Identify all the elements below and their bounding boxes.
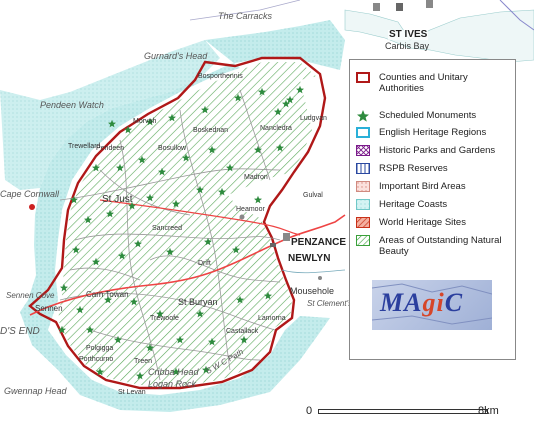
label-gurnards-head: Gurnard's Head (144, 51, 208, 61)
scale-bar: 0 8km (306, 403, 524, 421)
magic-ma: MA (380, 288, 423, 317)
label-cribba-head: Cribba Head (148, 367, 199, 377)
magic-gi: gi (422, 288, 445, 317)
legend-label: Areas of Outstanding Natural Beauty (379, 235, 502, 257)
label-pendeen-watch: Pendeen Watch (40, 100, 104, 110)
label-logan-rock: Logan Rock (148, 379, 197, 389)
magic-logo[interactable]: MAgiC (372, 280, 492, 330)
legend-item-parks[interactable]: Historic Parks and Gardens (356, 145, 505, 156)
label-madron: Madron (244, 174, 268, 181)
counties-swatch (356, 72, 370, 83)
legend-label: Scheduled Monuments (379, 110, 477, 121)
label-gwennap-head: Gwennap Head (4, 386, 67, 396)
legend-label: World Heritage Sites (379, 217, 466, 228)
label-trewellard: Trewellard (68, 143, 101, 150)
heritage-coasts-swatch (356, 199, 370, 210)
rspb-swatch (356, 163, 370, 174)
map-legend: Counties and Unitary Authorities Schedul… (349, 59, 516, 360)
label-drift: Drift (198, 260, 211, 267)
label-lamorna: Lamorna (258, 315, 286, 322)
iba-swatch (356, 181, 370, 192)
label-st-buryan: St Buryan (178, 297, 218, 307)
legend-label: Historic Parks and Gardens (379, 145, 496, 156)
label-porthcurno: Porthcurno (79, 356, 114, 363)
aonb-swatch (356, 235, 370, 246)
legend-item-eh-regions[interactable]: English Heritage Regions (356, 127, 505, 138)
magic-c: C (444, 288, 464, 317)
legend-label: RSPB Reserves (379, 163, 448, 174)
label-st-ives: ST IVES (388, 29, 429, 40)
label-treen: Treen (134, 358, 153, 365)
label-penzance: PENZANCE (290, 237, 348, 248)
label-carbis-bay: Carbis Bay (385, 41, 430, 51)
label-lands-end: D'S END (0, 326, 40, 337)
legend-item-rspb[interactable]: RSPB Reserves (356, 163, 505, 174)
label-polgigga: Polgigga (86, 345, 114, 352)
legend-label: English Heritage Regions (379, 127, 487, 138)
magic-wordmark: MAgiC (380, 288, 463, 318)
label-gulval: Gulval (303, 192, 323, 199)
legend-item-whs[interactable]: World Heritage Sites (356, 217, 505, 228)
label-ludgvan: Ludgvan (300, 115, 327, 122)
legend-item-monuments[interactable]: Scheduled Monuments (356, 109, 505, 122)
label-bosporthennis: Bosporthennis (198, 73, 243, 80)
legend-item-counties[interactable]: Counties and Unitary Authorities (356, 72, 505, 94)
label-sennen-cove: Sennen Cove (6, 291, 55, 300)
label-st-levan: St Levan (118, 389, 146, 396)
legend-label: Important Bird Areas (379, 181, 466, 192)
legend-item-heritage-coasts[interactable]: Heritage Coasts (356, 199, 505, 210)
label-cape-cornwall: Cape Cornwall (0, 189, 60, 199)
legend-item-aonb[interactable]: Areas of Outstanding Natural Beauty (356, 235, 505, 257)
map-stage[interactable]: The Carracks ST IVES Carbis Bay Gurnard'… (0, 0, 534, 423)
scale-line (318, 409, 488, 414)
parks-swatch (356, 145, 370, 156)
label-mousehole: Mousehole (290, 286, 335, 296)
legend-label: Counties and Unitary Authorities (379, 72, 468, 94)
label-castallack: Castallack (226, 328, 259, 335)
label-the-carracks: The Carracks (218, 11, 273, 21)
scale-end-label: 8km (478, 405, 499, 417)
label-trewoofe: Trewoofe (150, 315, 179, 322)
label-nancledra: Nancledra (260, 125, 292, 132)
label-newlyn: NEWLYN (287, 253, 332, 264)
label-heamoor: Heamoor (236, 206, 265, 213)
eh-regions-swatch (356, 127, 370, 138)
legend-item-iba[interactable]: Important Bird Areas (356, 181, 505, 192)
label-sancreed: Sancreed (152, 225, 182, 232)
label-st-just: St Just (102, 194, 133, 205)
label-bosullow: Bosullow (158, 145, 187, 152)
label-sennen: Sennen (35, 304, 63, 313)
legend-label: Heritage Coasts (379, 199, 448, 210)
label-carn-towan: Carn Towan (86, 290, 129, 299)
whs-swatch (356, 217, 370, 228)
monument-star-icon (356, 109, 370, 122)
label-morvah: Morvah (133, 118, 157, 125)
scale-start-label: 0 (306, 405, 313, 417)
label-boskednan: Boskednan (193, 127, 229, 134)
